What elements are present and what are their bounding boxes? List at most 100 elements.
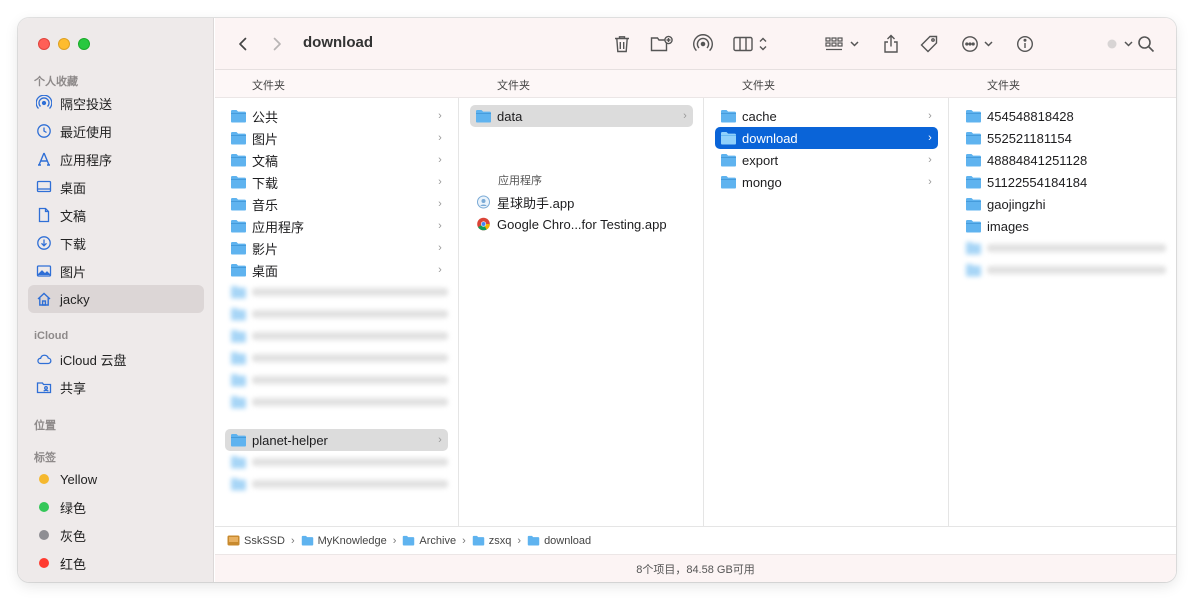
sidebar-item-home[interactable]: jacky	[28, 285, 204, 313]
trash-icon	[615, 36, 629, 53]
folder-icon	[231, 374, 246, 387]
applications-icon	[36, 151, 52, 167]
folder-row[interactable]: 公共 ›	[225, 105, 448, 127]
trash-button[interactable]	[611, 31, 633, 57]
sidebar-tag-red[interactable]: 红色	[28, 549, 204, 577]
redacted-row	[960, 237, 1166, 259]
path-crumb[interactable]: MyKnowledge ›	[301, 535, 403, 547]
back-button[interactable]	[231, 32, 255, 56]
minimize-button[interactable]	[58, 38, 70, 50]
sidebar-item-label: 灰色	[60, 528, 87, 544]
folder-row-selected[interactable]: data ›	[470, 105, 693, 127]
sidebar-item-label: 共享	[60, 380, 87, 396]
folder-icon	[231, 132, 246, 145]
folder-row[interactable]: 48884841251128	[960, 149, 1166, 171]
folder-row[interactable]: export ›	[715, 149, 938, 171]
folder-row[interactable]: cache ›	[715, 105, 938, 127]
path-crumb[interactable]: download	[527, 535, 591, 547]
chevron-right-icon: ›	[438, 264, 442, 276]
sidebar-item-recents[interactable]: 最近使用	[28, 117, 204, 145]
folder-icon	[472, 535, 485, 546]
chevron-right-icon: ›	[928, 176, 932, 188]
folder-row[interactable]: 下载 ›	[225, 171, 448, 193]
path-crumb[interactable]: Archive ›	[402, 535, 471, 547]
sidebar-item-pictures[interactable]: 图片	[28, 257, 204, 285]
folder-icon	[231, 286, 246, 299]
new-folder-icon	[650, 35, 673, 52]
folder-row-selected[interactable]: download ›	[715, 127, 938, 149]
zoom-button[interactable]	[78, 38, 90, 50]
chevron-left-icon	[239, 37, 247, 51]
folder-row[interactable]: 图片 ›	[225, 127, 448, 149]
tag-icon	[920, 35, 938, 53]
folder-row[interactable]: 51122554184184	[960, 171, 1166, 193]
info-icon	[1016, 35, 1034, 53]
redacted-row	[225, 303, 448, 325]
share-button[interactable]	[880, 31, 902, 57]
redacted-row	[225, 391, 448, 413]
sidebar-item-shared[interactable]: 共享	[28, 373, 204, 401]
sidebar-tag-yellow[interactable]: Yellow	[28, 465, 204, 493]
folder-icon	[476, 110, 491, 123]
group-button[interactable]	[823, 31, 863, 57]
folder-row[interactable]: 影片 ›	[225, 237, 448, 259]
folder-icon	[231, 220, 246, 233]
info-button[interactable]	[1014, 31, 1036, 57]
folder-row[interactable]: 文稿 ›	[225, 149, 448, 171]
column-header: 文件夹	[987, 80, 1020, 92]
sidebar-item-desktop[interactable]: 桌面	[28, 173, 204, 201]
airdrop-icon	[693, 34, 713, 52]
chevron-right-icon: ›	[438, 110, 442, 122]
finder-window: 个人收藏 隔空投送 最近使用 应用程序 桌面 文稿 下载 图片 jacky iC…	[18, 18, 1176, 582]
close-button[interactable]	[38, 38, 50, 50]
more-actions-button[interactable]	[960, 31, 998, 57]
sidebar-tag-green[interactable]: 绿色	[28, 493, 204, 521]
window-title: download	[303, 34, 373, 51]
forward-button[interactable]	[265, 32, 289, 56]
airdrop-button[interactable]	[691, 31, 715, 57]
folder-row[interactable]: 音乐 ›	[225, 193, 448, 215]
folder-icon	[403, 535, 415, 546]
path-crumb[interactable]: zsxq ›	[472, 535, 527, 547]
app-row[interactable]: 星球助手.app	[470, 191, 693, 213]
redacted-row	[225, 347, 448, 369]
app-row[interactable]: Google Chro...for Testing.app	[470, 213, 693, 235]
sidebar-item-label: iCloud 云盘	[60, 352, 127, 368]
new-folder-button[interactable]	[649, 31, 675, 57]
sidebar-item-applications[interactable]: 应用程序	[28, 145, 204, 173]
folder-icon	[966, 154, 981, 167]
status-dot-icon	[1107, 39, 1133, 49]
sidebar: 个人收藏 隔空投送 最近使用 应用程序 桌面 文稿 下载 图片 jacky iC…	[18, 18, 214, 582]
sidebar-item-icloud-drive[interactable]: iCloud 云盘	[28, 345, 204, 373]
folder-row[interactable]: 桌面 ›	[225, 259, 448, 281]
chevron-right-icon: ›	[683, 110, 687, 122]
folder-icon	[721, 176, 736, 189]
columns-view-icon	[733, 36, 767, 52]
toolbar: download	[215, 18, 1176, 70]
folder-icon	[966, 176, 981, 189]
folder-row[interactable]: gaojingzhi	[960, 193, 1166, 215]
drive-icon	[227, 535, 240, 546]
window-controls	[38, 38, 90, 50]
status-menu-button[interactable]	[1105, 31, 1139, 57]
folder-row[interactable]: mongo ›	[715, 171, 938, 193]
folder-row-selected[interactable]: planet-helper ›	[225, 429, 448, 451]
folder-icon	[231, 456, 246, 469]
clock-icon	[36, 123, 52, 139]
sidebar-item-airdrop[interactable]: 隔空投送	[28, 89, 204, 117]
chevron-right-icon: ›	[438, 176, 442, 188]
folder-row[interactable]: 552521181154	[960, 127, 1166, 149]
folder-row[interactable]: 454548818428	[960, 105, 1166, 127]
sidebar-item-downloads[interactable]: 下载	[28, 229, 204, 257]
folder-icon	[966, 242, 981, 255]
sidebar-item-documents[interactable]: 文稿	[28, 201, 204, 229]
chevron-right-icon: ›	[928, 132, 932, 144]
tag-button[interactable]	[917, 31, 941, 57]
folder-row[interactable]: images	[960, 215, 1166, 237]
chevron-right-icon: ›	[438, 434, 442, 446]
path-crumb-drive[interactable]: SskSSD ›	[227, 535, 301, 547]
folder-row[interactable]: 应用程序 ›	[225, 215, 448, 237]
search-button[interactable]	[1135, 31, 1157, 57]
sidebar-tag-gray[interactable]: 灰色	[28, 521, 204, 549]
view-mode-button[interactable]	[731, 31, 773, 57]
